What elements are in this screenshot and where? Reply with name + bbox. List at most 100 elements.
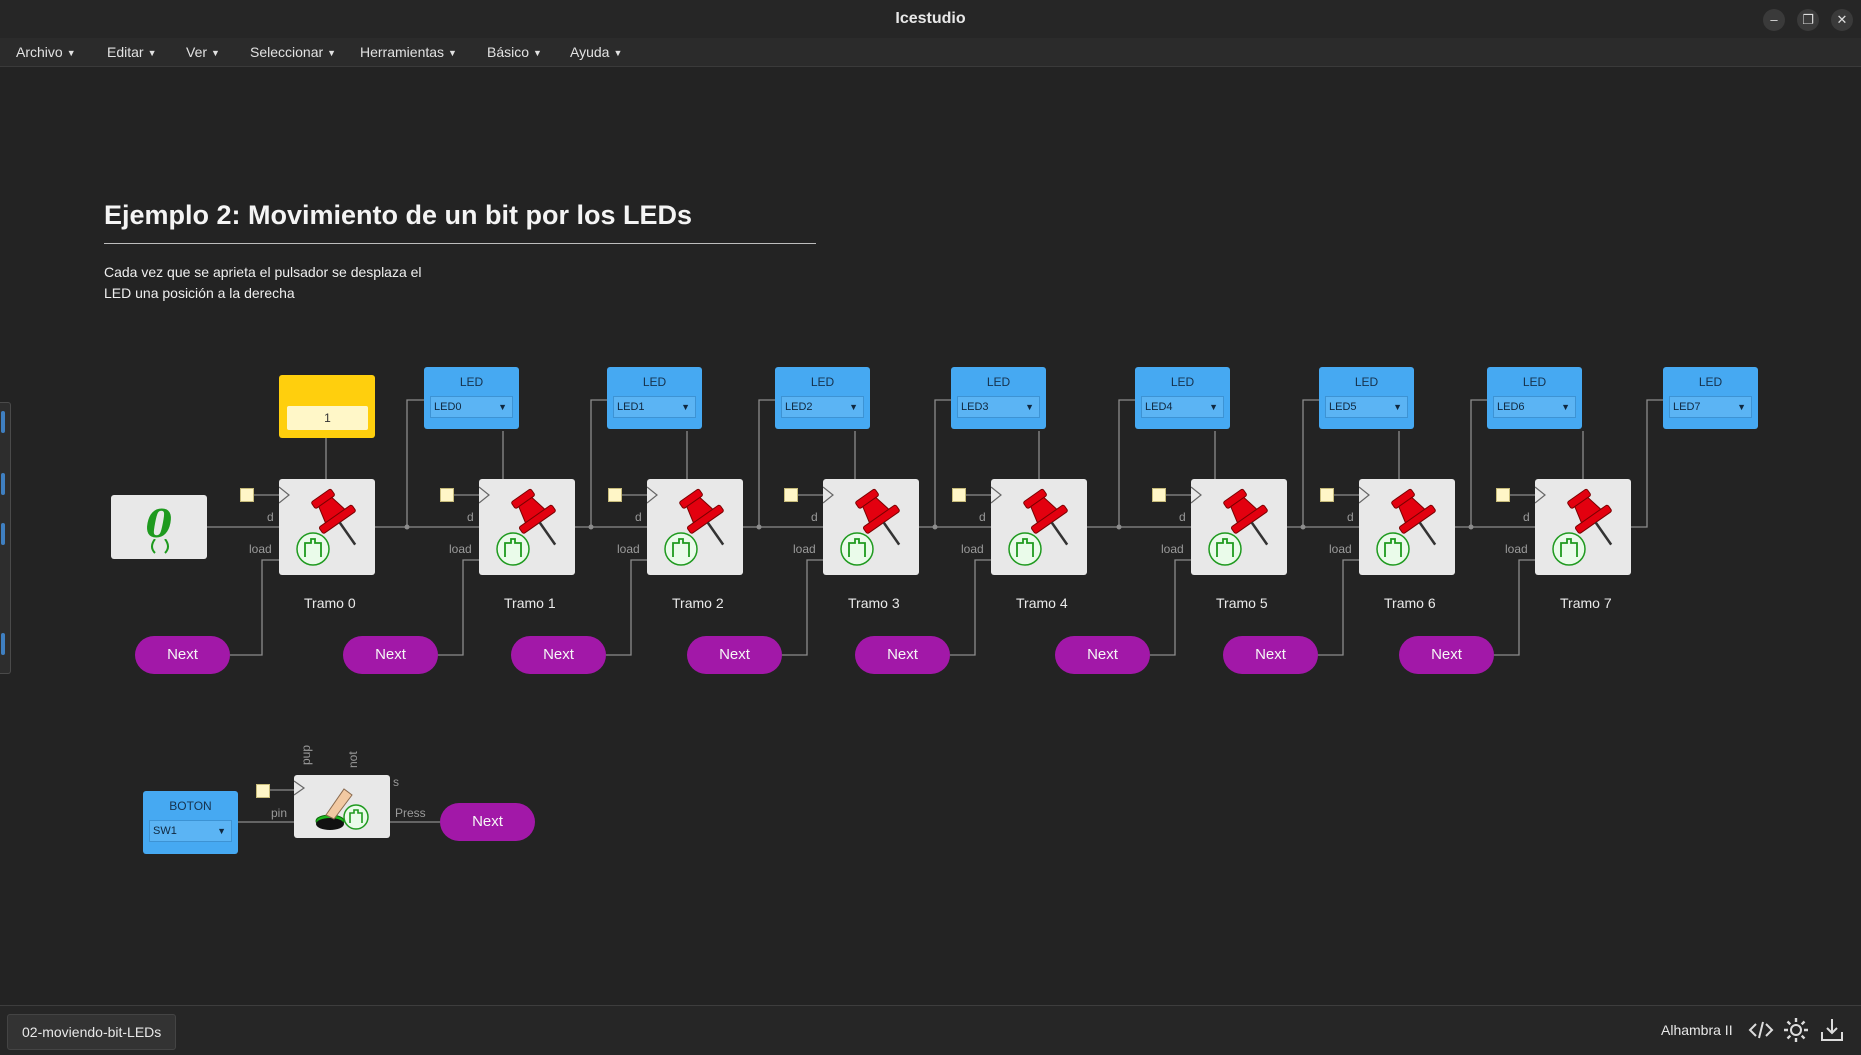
led-pin-value: LED6 xyxy=(1497,401,1525,413)
led-title: LED xyxy=(1170,375,1195,389)
upload-icon[interactable] xyxy=(1818,1016,1846,1044)
register-block-2[interactable] xyxy=(646,479,743,575)
caret-down-icon: ▼ xyxy=(613,48,623,58)
strip-handle xyxy=(1,523,5,545)
led-block-4[interactable]: LED LED4 ▼ xyxy=(1135,367,1230,429)
clock-input-square[interactable] xyxy=(440,488,454,502)
minimize-button[interactable]: – xyxy=(1763,9,1785,31)
gear-icon[interactable] xyxy=(1782,1016,1810,1044)
next-label-block[interactable]: Next xyxy=(1223,636,1318,674)
led-pin-select[interactable]: LED5 ▼ xyxy=(1325,396,1408,418)
board-selector[interactable]: Alhambra II xyxy=(1661,1022,1733,1038)
led-pin-select[interactable]: LED1 ▼ xyxy=(613,396,696,418)
led-block-5[interactable]: LED LED5 ▼ xyxy=(1319,367,1414,429)
register-block-0[interactable] xyxy=(278,479,375,575)
led-block-2[interactable]: LED LED2 ▼ xyxy=(775,367,870,429)
clock-input-square[interactable] xyxy=(256,784,270,798)
next-label-block[interactable]: Next xyxy=(1399,636,1494,674)
port-label-pup: pup xyxy=(299,744,313,765)
led-title: LED xyxy=(1698,375,1723,389)
menu-label: Seleccionar xyxy=(250,44,324,60)
dropdown-arrow-icon: ▼ xyxy=(498,402,507,412)
next-label-block[interactable]: Next xyxy=(343,636,438,674)
led-block-0[interactable]: LED LED0 ▼ xyxy=(424,367,519,429)
port-label-load: load xyxy=(249,542,272,556)
next-label-block[interactable]: Next xyxy=(440,803,535,841)
menu-archivo[interactable]: Archivo ▼ xyxy=(16,44,76,60)
register-block-1[interactable] xyxy=(478,479,575,575)
constant-block[interactable]: 1 xyxy=(279,375,375,438)
clock-input-square[interactable] xyxy=(1496,488,1510,502)
port-label-d: d xyxy=(1523,510,1530,524)
menu-basico[interactable]: Básico ▼ xyxy=(487,44,542,60)
zero-constant-block[interactable]: 0 xyxy=(111,495,207,559)
led-block-7[interactable]: LED LED7 ▼ xyxy=(1663,367,1758,429)
caret-down-icon: ▼ xyxy=(66,48,76,58)
next-label-block[interactable]: Next xyxy=(855,636,950,674)
close-button[interactable]: ✕ xyxy=(1831,9,1853,31)
next-label-block[interactable]: Next xyxy=(135,636,230,674)
port-label-d: d xyxy=(979,510,986,524)
register-block-7[interactable] xyxy=(1534,479,1631,575)
restore-button[interactable]: ❐ xyxy=(1797,9,1819,31)
boton-pin-select[interactable]: SW1 ▼ xyxy=(149,820,232,842)
register-label: Tramo 0 xyxy=(304,595,356,611)
led-pin-value: LED5 xyxy=(1329,401,1357,413)
strip-handle xyxy=(1,633,5,655)
led-pin-select[interactable]: LED2 ▼ xyxy=(781,396,864,418)
clock-input-square[interactable] xyxy=(1320,488,1334,502)
register-block-3[interactable] xyxy=(822,479,919,575)
led-pin-value: LED1 xyxy=(617,401,645,413)
pushbutton-component[interactable] xyxy=(293,775,390,838)
led-pin-select[interactable]: LED3 ▼ xyxy=(957,396,1040,418)
clock-input-square[interactable] xyxy=(1152,488,1166,502)
register-label: Tramo 5 xyxy=(1216,595,1268,611)
led-pin-select[interactable]: LED4 ▼ xyxy=(1141,396,1224,418)
clock-input-square[interactable] xyxy=(240,488,254,502)
menu-ayuda[interactable]: Ayuda ▼ xyxy=(570,44,622,60)
boton-input-block[interactable]: BOTON SW1 ▼ xyxy=(143,791,238,854)
menu-ver[interactable]: Ver ▼ xyxy=(186,44,220,60)
code-icon[interactable] xyxy=(1747,1016,1775,1044)
next-label-block[interactable]: Next xyxy=(1055,636,1150,674)
register-block-4[interactable] xyxy=(990,479,1087,575)
clock-input-square[interactable] xyxy=(952,488,966,502)
led-title: LED xyxy=(986,375,1011,389)
led-pin-select[interactable]: LED0 ▼ xyxy=(430,396,513,418)
port-label-d: d xyxy=(811,510,818,524)
pushpin-icon xyxy=(478,486,557,566)
led-title: LED xyxy=(642,375,667,389)
port-label-load: load xyxy=(1161,542,1184,556)
menu-herramientas[interactable]: Herramientas ▼ xyxy=(360,44,457,60)
page-title: Ejemplo 2: Movimiento de un bit por los … xyxy=(104,200,693,230)
clock-input-square[interactable] xyxy=(784,488,798,502)
led-block-1[interactable]: LED LED1 ▼ xyxy=(607,367,702,429)
menu-editar[interactable]: Editar ▼ xyxy=(107,44,157,60)
next-label-block[interactable]: Next xyxy=(687,636,782,674)
menu-bar: Archivo ▼ Editar ▼ Ver ▼ Seleccionar ▼ Herra… xyxy=(0,38,1861,67)
left-toolbar-strip[interactable] xyxy=(0,402,11,674)
port-label-d: d xyxy=(1347,510,1354,524)
window-title: Icestudio xyxy=(895,10,966,27)
register-block-6[interactable] xyxy=(1358,479,1455,575)
register-block-5[interactable] xyxy=(1190,479,1287,575)
port-label-load: load xyxy=(617,542,640,556)
status-bar: 02-moviendo-bit-LEDs Alhambra II xyxy=(0,1005,1861,1055)
led-block-6[interactable]: LED LED6 ▼ xyxy=(1487,367,1582,429)
next-label-block[interactable]: Next xyxy=(511,636,606,674)
boton-pin-value: SW1 xyxy=(153,825,177,837)
led-pin-select[interactable]: LED7 ▼ xyxy=(1669,396,1752,418)
constant-value-field[interactable]: 1 xyxy=(287,406,368,430)
port-label-load: load xyxy=(449,542,472,556)
led-pin-select[interactable]: LED6 ▼ xyxy=(1493,396,1576,418)
register-label: Tramo 1 xyxy=(504,595,556,611)
led-block-3[interactable]: LED LED3 ▼ xyxy=(951,367,1046,429)
led-pin-value: LED4 xyxy=(1145,401,1173,413)
clock-input-square[interactable] xyxy=(608,488,622,502)
port-label-press: Press xyxy=(395,806,426,820)
description-line-2: LED una posición a la derecha xyxy=(104,285,295,301)
pushpin-icon xyxy=(1190,486,1269,566)
file-tab[interactable]: 02-moviendo-bit-LEDs xyxy=(7,1014,177,1050)
caret-down-icon: ▼ xyxy=(211,48,220,58)
menu-seleccionar[interactable]: Seleccionar ▼ xyxy=(250,44,336,60)
